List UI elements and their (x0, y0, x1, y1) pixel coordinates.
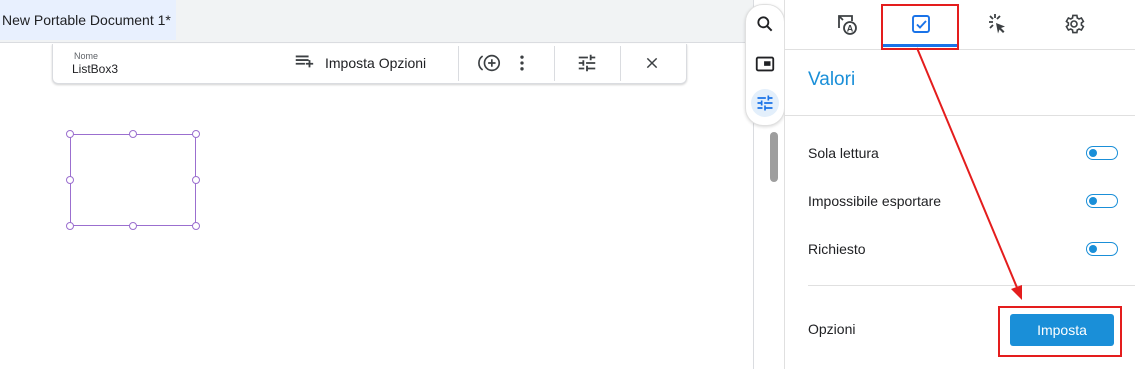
field-name-caption: Nome (74, 51, 99, 61)
field-appearance-icon: A (834, 12, 858, 41)
cannot-export-toggle[interactable] (1086, 194, 1118, 208)
set-options-button[interactable]: Imposta Opzioni (293, 50, 426, 76)
search-icon[interactable] (751, 10, 779, 38)
more-vert-icon[interactable] (510, 51, 534, 75)
scrollbar-thumb[interactable] (770, 132, 778, 182)
toolbar-divider (458, 46, 459, 81)
toggle-knob (1089, 148, 1097, 157)
options-divider (808, 285, 1135, 286)
field-properties-icon[interactable] (575, 51, 599, 75)
add-option-icon[interactable] (478, 51, 502, 75)
resize-handle-ne[interactable] (192, 130, 200, 138)
resize-handle-s[interactable] (129, 222, 137, 230)
annotation-highlight-values-tab (881, 4, 959, 50)
listbox-field[interactable] (70, 134, 196, 226)
resize-handle-se[interactable] (192, 222, 200, 230)
close-icon[interactable] (640, 51, 664, 75)
annotation-highlight-set-button (998, 306, 1122, 357)
panel-title: Valori (808, 69, 856, 90)
toggle-knob (1089, 244, 1097, 253)
resize-handle-e[interactable] (192, 176, 200, 184)
document-tab[interactable]: New Portable Document 1* (0, 0, 176, 40)
playlist-add-icon (293, 50, 315, 77)
required-toggle[interactable] (1086, 242, 1118, 256)
side-rail (745, 4, 785, 126)
toggle-knob (1089, 196, 1097, 205)
field-name-input[interactable]: ListBox3 (72, 62, 118, 76)
options-label: Opzioni (808, 321, 856, 337)
svg-text:A: A (847, 23, 854, 33)
settings-icon (1062, 12, 1086, 41)
actions-icon (985, 12, 1009, 41)
panel-divider (785, 115, 1135, 116)
thumbnails-icon[interactable] (751, 50, 779, 78)
toolbar-divider (620, 46, 621, 81)
required-label: Richiesto (808, 241, 866, 257)
resize-handle-sw[interactable] (66, 222, 74, 230)
tab-field-appearance[interactable]: A (826, 6, 866, 46)
tab-actions[interactable] (977, 6, 1017, 46)
tab-settings[interactable] (1054, 6, 1094, 46)
toolbar-divider (554, 46, 555, 81)
cannot-export-label: Impossibile esportare (808, 193, 942, 209)
resize-handle-w[interactable] (66, 176, 74, 184)
document-tab-bar: New Portable Document 1* (0, 0, 754, 43)
panel-tab-bar: A (785, 0, 1135, 50)
document-tab-title: New Portable Document 1* (2, 12, 171, 28)
resize-handle-n[interactable] (129, 130, 137, 138)
read-only-toggle[interactable] (1086, 146, 1118, 160)
rail-field-properties-icon[interactable] (751, 89, 779, 117)
field-toolbar: Nome ListBox3 Imposta Opzioni (52, 44, 687, 84)
read-only-label: Sola lettura (808, 145, 879, 161)
resize-handle-nw[interactable] (66, 130, 74, 138)
set-options-label: Imposta Opzioni (325, 55, 427, 71)
